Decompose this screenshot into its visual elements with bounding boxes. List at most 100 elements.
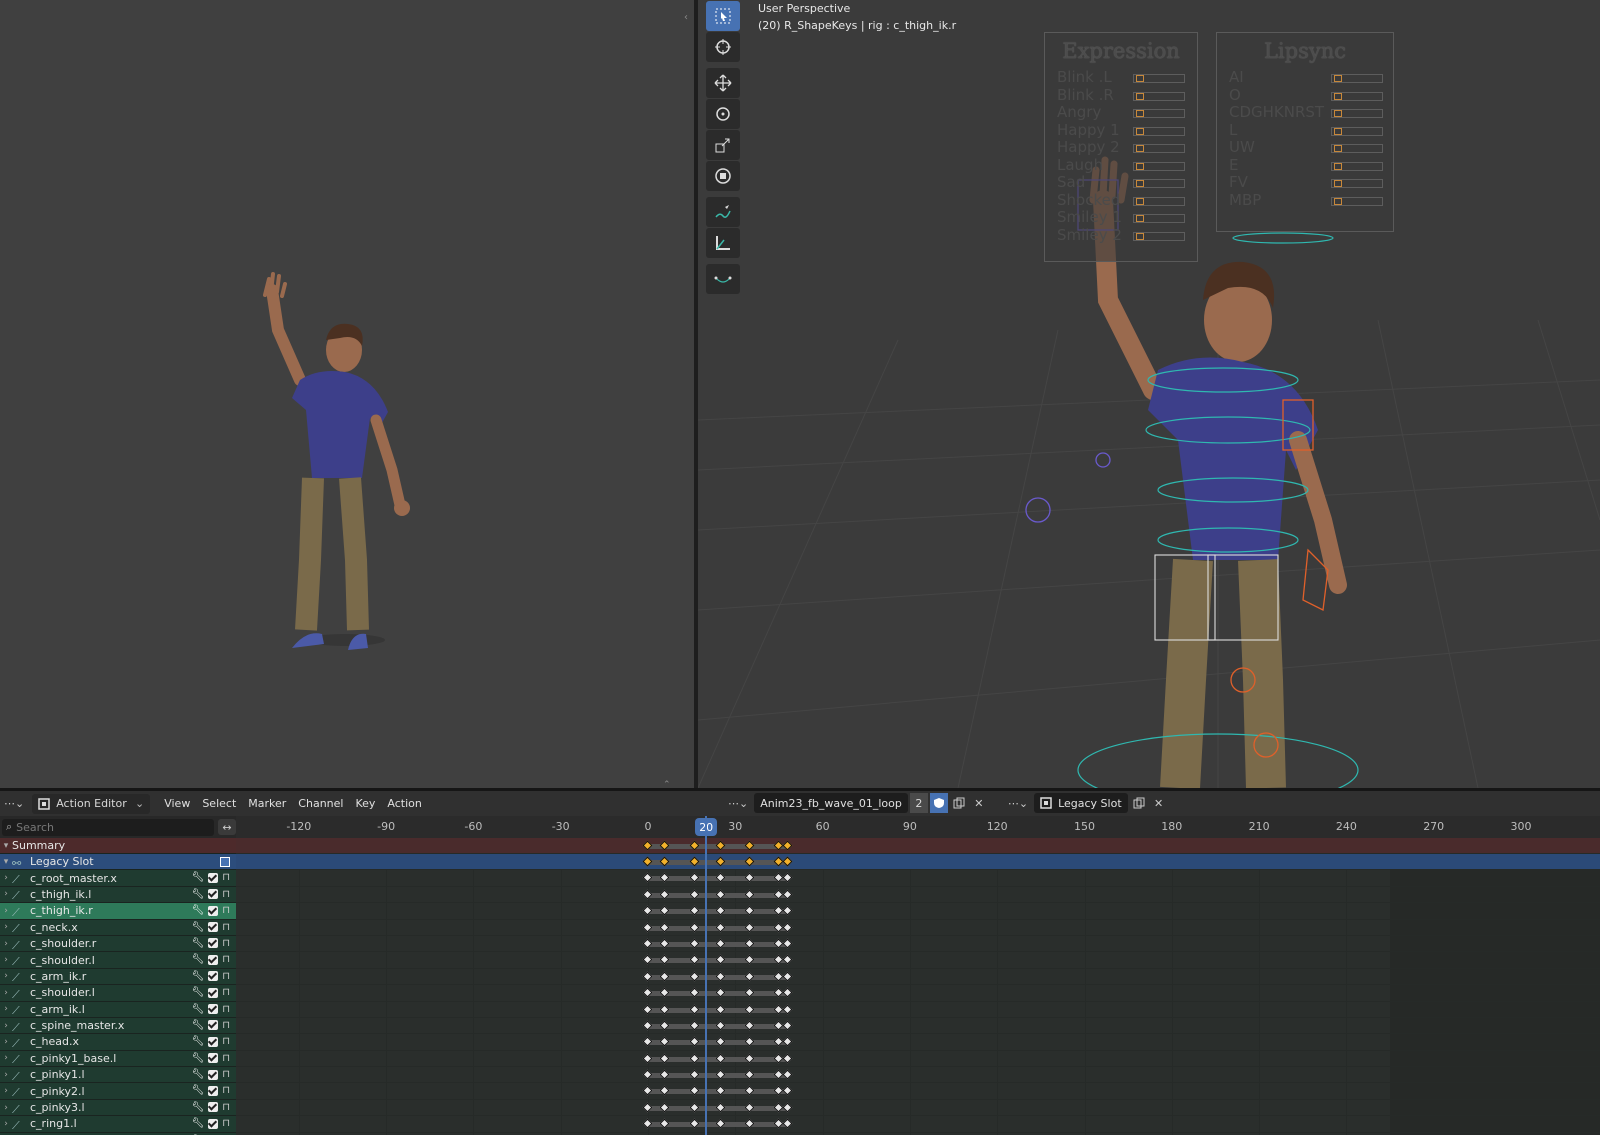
channel-checkbox[interactable] (208, 938, 219, 949)
cursor-icon[interactable] (706, 32, 740, 62)
modifier-wrench-icon[interactable]: 🔧︎ (191, 872, 204, 883)
modifier-wrench-icon[interactable]: 🔧︎ (191, 1020, 204, 1031)
channel-key-row[interactable] (236, 1067, 1600, 1084)
modifier-wrench-icon[interactable]: 🔧︎ (191, 1004, 204, 1015)
mode-dropdown[interactable]: Action Editor ⌄ (32, 793, 151, 814)
modifier-wrench-icon[interactable]: 🔧︎ (191, 954, 204, 965)
menu-view[interactable]: View (158, 794, 196, 814)
shape-key-slider[interactable] (1331, 196, 1383, 206)
shape-key-row[interactable]: UW (1217, 139, 1393, 157)
expand-icon[interactable]: › (0, 889, 12, 899)
shape-key-slider[interactable] (1133, 74, 1185, 83)
modifier-wrench-icon[interactable]: 🔧︎ (191, 1069, 204, 1080)
duplicate-icon[interactable] (950, 793, 968, 813)
shape-key-slider[interactable] (1133, 214, 1185, 223)
shape-key-row[interactable]: Laugh (1045, 156, 1197, 175)
modifier-wrench-icon[interactable]: 🔧︎ (191, 938, 204, 949)
expand-icon[interactable]: › (0, 1119, 12, 1129)
collapse-chevron-icon[interactable]: ‹ (684, 12, 688, 23)
shape-key-row[interactable]: L (1217, 121, 1393, 140)
move-icon[interactable] (706, 68, 740, 98)
shape-key-slider[interactable] (1133, 144, 1185, 153)
modifier-wrench-icon[interactable]: 🔧︎ (191, 971, 204, 982)
channel-row[interactable]: › ⟋ c_root_master.x 🔧︎ ⊓ (0, 870, 236, 887)
shape-key-row[interactable]: Smiley 1 (1045, 209, 1197, 227)
lock-icon[interactable]: ⊓ (222, 1102, 230, 1113)
expand-icon[interactable]: › (0, 873, 12, 883)
shape-key-slider[interactable] (1133, 161, 1185, 171)
channel-checkbox[interactable] (208, 872, 219, 883)
scale-icon[interactable] (706, 130, 740, 160)
channel-row[interactable]: › ⟋ c_pinky2.l 🔧︎ ⊓ (0, 1083, 236, 1100)
shape-key-slider[interactable] (1133, 109, 1185, 118)
channel-key-row[interactable] (236, 936, 1600, 953)
expand-icon[interactable]: › (0, 988, 12, 998)
channel-row[interactable]: › ⟋ c_thigh_ik.r 🔧︎ ⊓ (0, 903, 236, 920)
browse-action-icon[interactable]: ⋯⌄ (722, 793, 754, 813)
modifier-wrench-icon[interactable]: 🔧︎ (191, 1053, 204, 1064)
lock-icon[interactable]: ⊓ (222, 1036, 230, 1047)
shape-key-slider[interactable] (1331, 109, 1383, 118)
channel-key-row[interactable] (236, 903, 1600, 920)
annotate-icon[interactable] (706, 197, 740, 227)
shape-key-row[interactable]: Sad (1045, 174, 1197, 192)
lock-icon[interactable]: ⊓ (222, 1053, 230, 1064)
viewport-right[interactable]: User Perspective (20) R_ShapeKeys | rig … (698, 0, 1600, 788)
shape-key-row[interactable]: Blink .R (1045, 86, 1197, 105)
browse-slot-icon[interactable]: ⋯⌄ (1002, 793, 1034, 813)
dopesheet-keys[interactable] (236, 838, 1600, 1135)
channel-row[interactable]: › ⟋ c_pinky3.l 🔧︎ ⊓ (0, 1099, 236, 1117)
lock-icon[interactable]: ⊓ (222, 1118, 230, 1129)
expand-icon[interactable]: › (0, 1053, 12, 1063)
channel-checkbox[interactable] (208, 1020, 219, 1031)
channel-checkbox[interactable] (208, 1069, 219, 1080)
playhead-line[interactable] (705, 816, 708, 1135)
channel-key-row[interactable] (236, 1100, 1600, 1117)
shape-key-slider[interactable] (1331, 161, 1383, 171)
slot-channel[interactable]: ▾ ⚯ Legacy Slot (0, 854, 236, 871)
viewport-left[interactable]: ‹ ⌃ (0, 0, 694, 790)
slot-duplicate-icon[interactable] (1130, 793, 1148, 813)
shape-key-slider[interactable] (1133, 126, 1185, 136)
users-count[interactable]: 2 (909, 793, 928, 813)
menu-marker[interactable]: Marker (242, 794, 292, 814)
lock-icon[interactable]: ⊓ (222, 938, 230, 949)
lock-icon[interactable]: ⊓ (222, 1069, 230, 1080)
shape-key-row[interactable]: Blink .L (1045, 69, 1197, 87)
channel-checkbox[interactable] (208, 922, 219, 933)
channel-key-row[interactable] (236, 952, 1600, 969)
modifier-wrench-icon[interactable]: 🔧︎ (191, 889, 204, 900)
shape-key-slider[interactable] (1331, 179, 1383, 188)
shape-key-row[interactable]: MBP (1217, 191, 1393, 210)
channel-checkbox[interactable] (208, 971, 219, 982)
channel-checkbox[interactable] (208, 905, 219, 916)
unlink-close-icon[interactable]: ✕ (970, 793, 988, 813)
rotate-icon[interactable] (706, 99, 740, 129)
channel-row[interactable]: › ⟋ c_head.x 🔧︎ ⊓ (0, 1034, 236, 1051)
menu-action[interactable]: Action (381, 794, 427, 814)
modifier-wrench-icon[interactable]: 🔧︎ (191, 1036, 204, 1047)
lock-icon[interactable]: ⊓ (222, 987, 230, 998)
slot-unlink-icon[interactable]: ✕ (1150, 793, 1168, 813)
shape-key-row[interactable]: Happy 2 (1045, 139, 1197, 157)
summary-channel[interactable]: ▾ Summary (0, 838, 236, 854)
channel-row[interactable]: › ⟋ c_arm_ik.l 🔧︎ ⊓ (0, 1001, 236, 1018)
measure-icon[interactable] (706, 228, 740, 258)
channel-row[interactable]: › ⟋ c_pinky1.l 🔧︎ ⊓ (0, 1067, 236, 1084)
shape-key-slider[interactable] (1331, 91, 1383, 101)
modifier-wrench-icon[interactable]: 🔧︎ (191, 1085, 204, 1096)
shape-key-slider[interactable] (1133, 179, 1185, 188)
slot-toggle-icon[interactable] (220, 857, 230, 867)
channel-key-row[interactable] (236, 887, 1600, 904)
slot-key-row[interactable] (236, 854, 1600, 871)
channel-key-row[interactable] (236, 1018, 1600, 1035)
shape-key-row[interactable]: Shocked (1045, 191, 1197, 210)
shape-key-slider[interactable] (1133, 91, 1185, 101)
channel-key-row[interactable] (236, 1116, 1600, 1133)
shape-key-slider[interactable] (1331, 144, 1383, 153)
editor-type-icon[interactable]: ⋯⌄ (0, 794, 28, 814)
shape-key-row[interactable]: E (1217, 156, 1393, 175)
modifier-wrench-icon[interactable]: 🔧︎ (191, 1118, 204, 1129)
expand-icon[interactable]: › (0, 1037, 12, 1047)
fake-user-shield-icon[interactable] (929, 793, 948, 813)
